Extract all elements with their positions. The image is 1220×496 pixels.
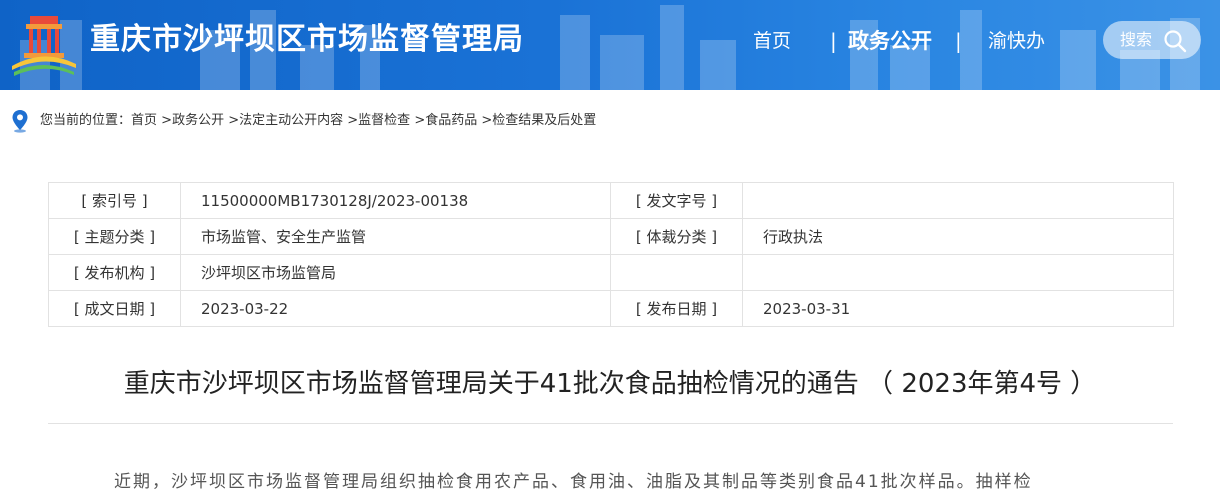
search-button[interactable]: 搜索 (1103, 21, 1201, 59)
article-body-paragraph: 近期，沙坪坝区市场监督管理局组织抽检食用农产品、食用油、油脂及其制品等类别食品4… (114, 472, 1033, 492)
info-value: 2023-03-31 (742, 290, 1174, 327)
info-label: [ 体裁分类 ] (610, 218, 743, 255)
document-info-table: [ 索引号 ] 11500000MB1730128J/2023-00138 [ … (48, 182, 1174, 327)
info-value (742, 182, 1174, 219)
site-header: 重庆市沙坪坝区市场监督管理局 首页 | 政务公开 | 渝快办 搜索 (0, 0, 1220, 90)
location-pin-icon (12, 110, 28, 133)
info-label: [ 主题分类 ] (48, 218, 181, 255)
info-value: 11500000MB1730128J/2023-00138 (180, 182, 611, 219)
bureau-logo-icon (12, 16, 76, 76)
breadcrumb-item-gov-affairs[interactable]: >政务公开 (161, 113, 224, 128)
breadcrumb-item-food-drugs[interactable]: >食品药品 (414, 113, 477, 128)
info-label: [ 成文日期 ] (48, 290, 181, 327)
nav-yu-kuai-ban[interactable]: 渝快办 (988, 26, 1045, 56)
table-row: [ 主题分类 ] 市场监管、安全生产监管 [ 体裁分类 ] 行政执法 (48, 218, 1174, 255)
breadcrumb-item-inspection-results[interactable]: >检查结果及后处置 (481, 113, 596, 128)
nav-separator: | (955, 29, 962, 53)
breadcrumb: 您当前的位置：首页 >政务公开 >法定主动公开内容 >监督检查 >食品药品 >检… (0, 108, 1220, 134)
search-icon (1164, 30, 1187, 53)
title-divider (48, 423, 1173, 424)
info-label: [ 发文字号 ] (610, 182, 743, 219)
info-value: 沙坪坝区市场监管局 (180, 254, 611, 291)
site-title: 重庆市沙坪坝区市场监督管理局 (90, 22, 524, 57)
article-title: 重庆市沙坪坝区市场监督管理局关于41批次食品抽检情况的通告 （ 2023年第4号… (123, 369, 1097, 399)
info-label: [ 发布日期 ] (610, 290, 743, 327)
nav-home[interactable]: 首页 (753, 26, 791, 56)
info-label (610, 254, 743, 291)
breadcrumb-trail: 您当前的位置：首页 >政务公开 >法定主动公开内容 >监督检查 >食品药品 >检… (40, 112, 596, 130)
table-row: [ 索引号 ] 11500000MB1730128J/2023-00138 [ … (48, 182, 1174, 219)
table-row: [ 成文日期 ] 2023-03-22 [ 发布日期 ] 2023-03-31 (48, 290, 1174, 327)
info-label: [ 索引号 ] (48, 182, 181, 219)
breadcrumb-item-statutory-disclosure[interactable]: >法定主动公开内容 (228, 113, 343, 128)
nav-gov-affairs[interactable]: 政务公开 (848, 26, 932, 56)
search-label: 搜索 (1120, 30, 1153, 49)
info-value: 2023-03-22 (180, 290, 611, 327)
info-value: 市场监管、安全生产监管 (180, 218, 611, 255)
nav-separator: | (830, 29, 837, 53)
breadcrumb-item-supervision[interactable]: >监督检查 (347, 113, 410, 128)
breadcrumb-prefix: 您当前的位置： (40, 113, 132, 128)
info-label: [ 发布机构 ] (48, 254, 181, 291)
info-value (742, 254, 1174, 291)
breadcrumb-item-home[interactable]: 首页 (131, 113, 157, 128)
info-value: 行政执法 (742, 218, 1174, 255)
table-row: [ 发布机构 ] 沙坪坝区市场监管局 (48, 254, 1174, 291)
